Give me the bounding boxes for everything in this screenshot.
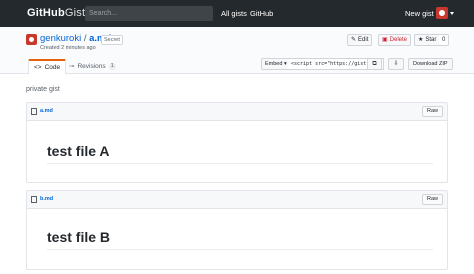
file-icon	[31, 196, 37, 203]
logo-github: GitHub	[27, 7, 65, 19]
git-commit-icon: ⊸	[69, 63, 75, 70]
top-nav: GitHubGist Search... All gists GitHub Ne…	[0, 0, 474, 27]
user-avatar[interactable]	[436, 7, 448, 19]
title-separator: /	[83, 33, 87, 44]
raw-button[interactable]: Raw	[421, 106, 443, 117]
nav-all-gists-link[interactable]: All gists	[221, 9, 247, 18]
file-icon	[31, 108, 37, 115]
secret-badge: Secret	[101, 35, 123, 45]
pencil-icon: ✎	[351, 37, 357, 43]
star-icon: ★	[418, 37, 424, 43]
file-name-link[interactable]: a.md	[40, 108, 53, 114]
github-gist-logo[interactable]: GitHubGist	[27, 7, 85, 19]
new-gist-link[interactable]: New gist	[405, 9, 434, 18]
trash-icon: ▣	[382, 37, 388, 43]
tab-code[interactable]: <> Code	[28, 59, 67, 74]
raw-button[interactable]: Raw	[421, 194, 443, 205]
gist-description: private gist	[26, 86, 60, 93]
star-label: Star	[425, 37, 437, 43]
edit-label: Edit	[358, 37, 369, 43]
star-button[interactable]: ★ Star	[414, 34, 441, 46]
owner-link[interactable]: genkuroki	[40, 33, 81, 44]
code-icon: <>	[34, 64, 42, 71]
delete-label: Delete	[389, 37, 408, 43]
logo-gist: Gist	[64, 7, 86, 19]
created-timestamp: Created 2 minutes ago	[40, 45, 96, 51]
file-name-link[interactable]: b.md	[40, 196, 53, 202]
markdown-heading: test file B	[47, 229, 111, 245]
copy-icon[interactable]: ⧉	[367, 58, 382, 70]
markdown-heading: test file A	[47, 143, 110, 159]
nav-github-link[interactable]: GitHub	[250, 9, 273, 18]
tab-code-label: Code	[44, 64, 61, 71]
edit-button[interactable]: ✎ Edit	[347, 34, 373, 46]
file-header: a.md Raw	[27, 103, 447, 121]
star-count: 0	[439, 34, 450, 46]
chevron-down-icon: ▾	[283, 61, 287, 67]
download-zip-button[interactable]: Download ZIP	[408, 58, 453, 70]
heading-rule	[47, 163, 433, 164]
tab-revisions[interactable]: ⊸ Revisions 1	[64, 59, 121, 74]
delete-button[interactable]: ▣ Delete	[378, 34, 412, 46]
file-header: b.md Raw	[27, 191, 447, 209]
owner-avatar[interactable]	[26, 34, 37, 45]
file-box-b: b.md Raw test file B	[26, 190, 448, 270]
desktop-download-icon[interactable]: ⇩	[388, 58, 404, 70]
revisions-count: 1	[108, 63, 116, 70]
heading-rule	[47, 249, 433, 250]
tab-revisions-label: Revisions	[77, 63, 106, 70]
search-input[interactable]: Search...	[85, 6, 213, 21]
chevron-down-icon[interactable]	[450, 12, 454, 15]
embed-label: Embed	[265, 61, 283, 67]
embed-select[interactable]: Embed ▾	[261, 58, 291, 70]
file-box-a: a.md Raw test file A	[26, 102, 448, 183]
